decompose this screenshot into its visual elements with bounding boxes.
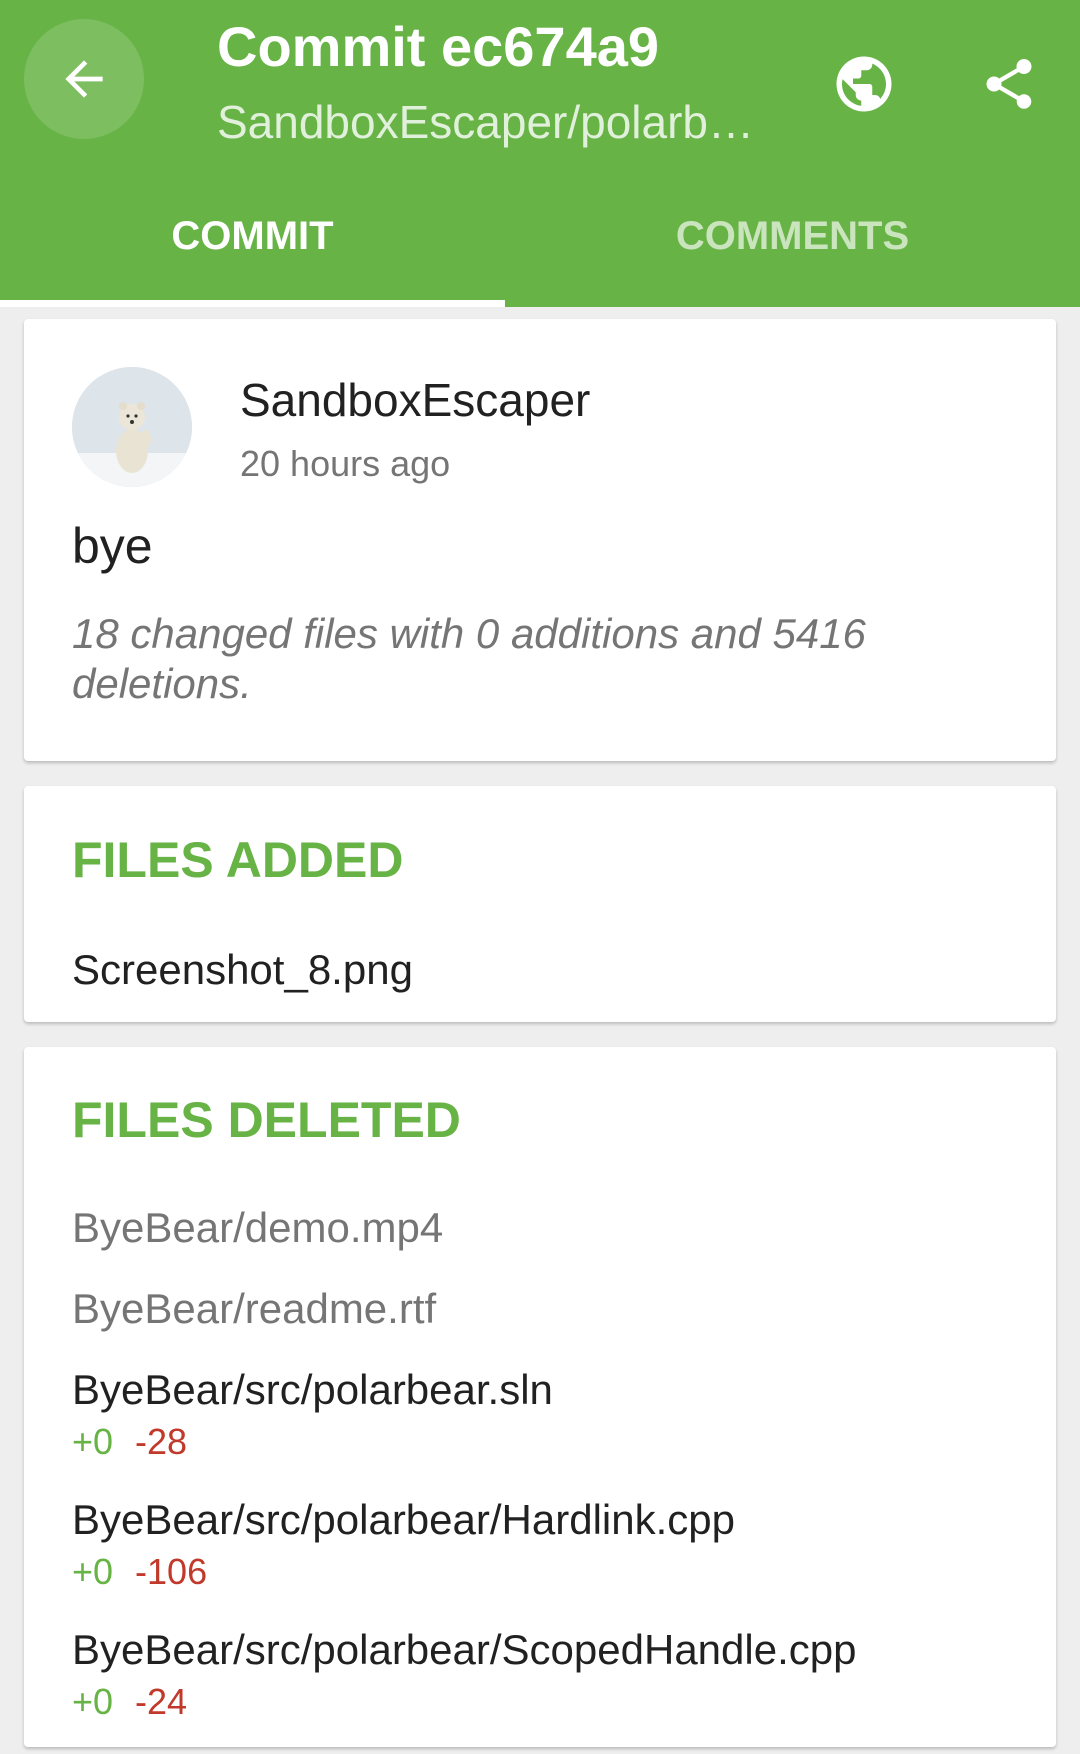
additions-count: +0	[72, 1681, 114, 1722]
file-list-item[interactable]: ByeBear/readme.rtf	[72, 1283, 1032, 1364]
files-added-card: FILES ADDED Screenshot_8.png	[24, 786, 1056, 1022]
deletions-count: -28	[135, 1421, 188, 1462]
file-diff-stats: +0 -28	[72, 1416, 1032, 1494]
file-diff-stats: +0 -106	[72, 1546, 1032, 1624]
arrow-back-icon	[65, 60, 103, 98]
globe-icon	[836, 56, 892, 112]
share-icon	[986, 59, 1032, 109]
commit-summary: 18 changed files with 0 additions and 54…	[72, 610, 866, 707]
files-deleted-heading: FILES DELETED	[72, 1092, 461, 1148]
files-added-heading: FILES ADDED	[72, 832, 404, 888]
files-deleted-card: FILES DELETED ByeBear/demo.mp4 ByeBear/r…	[24, 1047, 1056, 1747]
file-list-item[interactable]: ByeBear/src/polarbear.sln	[72, 1364, 1032, 1416]
selected-tab-indicator	[0, 300, 505, 307]
deletions-count: -106	[135, 1551, 208, 1592]
share-button[interactable]	[965, 40, 1053, 128]
tab-commit[interactable]: COMMIT	[0, 200, 505, 307]
file-list-item[interactable]: ByeBear/src/polarbear/Hardlink.cpp	[72, 1494, 1032, 1546]
tab-comments[interactable]: COMMENTS	[540, 200, 1045, 307]
additions-count: +0	[72, 1551, 114, 1592]
commit-info-card: SandboxEscaper 20 hours ago bye 18 chang…	[24, 319, 1056, 761]
deleted-files-list: ByeBear/demo.mp4 ByeBear/readme.rtf ByeB…	[72, 1202, 1032, 1754]
file-list-item[interactable]: ByeBear/demo.mp4	[72, 1202, 1032, 1283]
page-title: Commit ec674a9	[217, 15, 660, 78]
commit-timestamp: 20 hours ago	[240, 443, 451, 484]
commit-author[interactable]: SandboxEscaper	[240, 373, 590, 427]
avatar[interactable]	[72, 367, 192, 487]
commit-message: bye	[72, 518, 153, 574]
additions-count: +0	[72, 1421, 114, 1462]
open-in-browser-button[interactable]	[820, 40, 908, 128]
file-diff-stats: +0 -24	[72, 1676, 1032, 1754]
file-list-item[interactable]: ByeBear/src/polarbear/ScopedHandle.cpp	[72, 1624, 1032, 1676]
file-list-item[interactable]: Screenshot_8.png	[72, 946, 413, 994]
app-bar: Commit ec674a9 SandboxEscaper/polarb… CO…	[0, 0, 1080, 307]
polar-bear-avatar-image	[72, 367, 192, 487]
back-button[interactable]	[24, 19, 144, 139]
deletions-count: -24	[135, 1681, 188, 1722]
repository-subtitle: SandboxEscaper/polarb…	[217, 96, 754, 148]
